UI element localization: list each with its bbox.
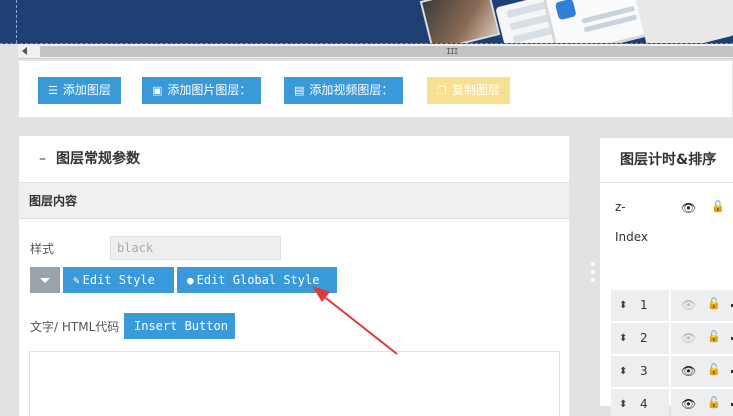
add-image-layer-button[interactable]: ▣ 添加图片图层：	[142, 77, 262, 104]
sort-icon[interactable]: ⬍	[619, 356, 627, 387]
style-dropdown-button[interactable]	[30, 267, 60, 293]
visible-eye-icon[interactable]: 👁	[681, 397, 696, 411]
layer-row[interactable]: ⬍ 1 👁 🔓	[611, 290, 733, 321]
insert-button-button[interactable]: Insert Button	[124, 313, 235, 339]
edit-global-style-label: Edit Global Style	[196, 273, 320, 287]
sort-icon[interactable]: ⬍	[619, 290, 627, 321]
scroll-left-arrow-icon[interactable]	[22, 47, 27, 55]
z-label: z-	[615, 200, 626, 214]
caret-down-icon	[40, 278, 50, 283]
layer-index: 1	[640, 298, 648, 312]
layer-row[interactable]: ⬍ 2 👁 🔓	[611, 323, 733, 354]
palette-icon: ●	[187, 274, 194, 287]
hidden-eye-icon[interactable]: 👁	[681, 331, 696, 345]
edit-style-button[interactable]: ✎ Edit Style	[63, 267, 174, 293]
sort-icon[interactable]: ⬍	[619, 389, 627, 416]
layer-index: 2	[640, 331, 648, 345]
sort-icon[interactable]: ⬍	[619, 323, 627, 354]
layers-icon: ☰	[48, 84, 58, 97]
add-layer-label: 添加图层	[62, 83, 111, 97]
pencil-icon: ✎	[73, 274, 80, 287]
preview-photo	[419, 0, 501, 43]
layer-index: 4	[640, 397, 648, 411]
add-video-layer-label: 添加视频图层：	[309, 83, 394, 97]
show-all-eye-icon[interactable]: 👁	[681, 201, 696, 215]
insert-button-label: Insert Button	[134, 319, 228, 333]
html-code-textarea[interactable]	[29, 351, 560, 416]
edit-style-label: Edit Style	[82, 273, 155, 287]
horizontal-scrollbar[interactable]: III	[18, 44, 733, 59]
layer-timing-sorting-panel: 图层计时&排序 z- Index 👁 🔓 ⬍ 1 👁 🔓 ⬍ 2 👁 🔓 ⬍ 3 👁 🔓 ⬍…	[599, 137, 733, 416]
panel-header[interactable]: – 图层常规参数	[19, 136, 569, 183]
panel-title: 图层常规参数	[56, 151, 140, 167]
layer-content-section-title: 图层内容	[19, 183, 569, 219]
preview-phone	[541, 0, 653, 43]
layer-row[interactable]: ⬍ 3 👁 🔓	[611, 356, 733, 387]
copy-layer-label: 复制图层	[451, 83, 500, 97]
style-label: 样式	[30, 242, 55, 256]
add-layer-button[interactable]: ☰ 添加图层	[38, 77, 121, 104]
add-video-layer-button[interactable]: ▤ 添加视频图层：	[284, 77, 404, 104]
layer-index: 3	[640, 364, 648, 378]
edit-global-style-button[interactable]: ● Edit Global Style	[177, 267, 337, 293]
scroll-thumb[interactable]	[40, 46, 733, 57]
lock-icon[interactable]: 🔓	[707, 363, 721, 376]
preview-guide-line	[16, 0, 17, 43]
copy-layer-button[interactable]: ❐ 复制图层	[427, 77, 510, 104]
index-label: Index	[615, 230, 649, 244]
add-image-layer-label: 添加图片图层：	[167, 83, 252, 97]
panel-resize-handle[interactable]	[591, 262, 595, 286]
layer-general-params-panel: – 图层常规参数 图层内容 样式 black ✎ Edit Style ● Edit …	[18, 135, 570, 416]
film-icon: ▤	[294, 84, 305, 97]
lock-icon[interactable]: 🔓	[707, 396, 721, 409]
visible-eye-icon[interactable]: 👁	[681, 364, 696, 378]
layer-row[interactable]: ⬍ 4 👁 🔓	[611, 389, 733, 416]
collapse-icon[interactable]: –	[39, 151, 46, 167]
lock-icon[interactable]: 🔓	[707, 330, 721, 343]
panel-title-right: 图层计时&排序	[600, 138, 733, 183]
scroll-grip-icon: III	[446, 47, 458, 56]
lock-icon[interactable]: 🔓	[707, 297, 721, 310]
copy-layers-icon: ❐	[437, 84, 447, 97]
html-code-label: 文字/ HTML代码	[30, 320, 120, 334]
hidden-eye-icon[interactable]: 👁	[681, 298, 696, 312]
preview-device	[633, 0, 733, 43]
image-icon: ▣	[152, 84, 163, 97]
layer-toolbar: ☰ 添加图层 ▣ 添加图片图层： ▤ 添加视频图层： ❐ 复制图层	[18, 60, 733, 118]
unlock-all-icon[interactable]: 🔓	[711, 200, 725, 213]
slide-preview-image	[0, 0, 733, 44]
style-input[interactable]: black	[110, 236, 281, 260]
